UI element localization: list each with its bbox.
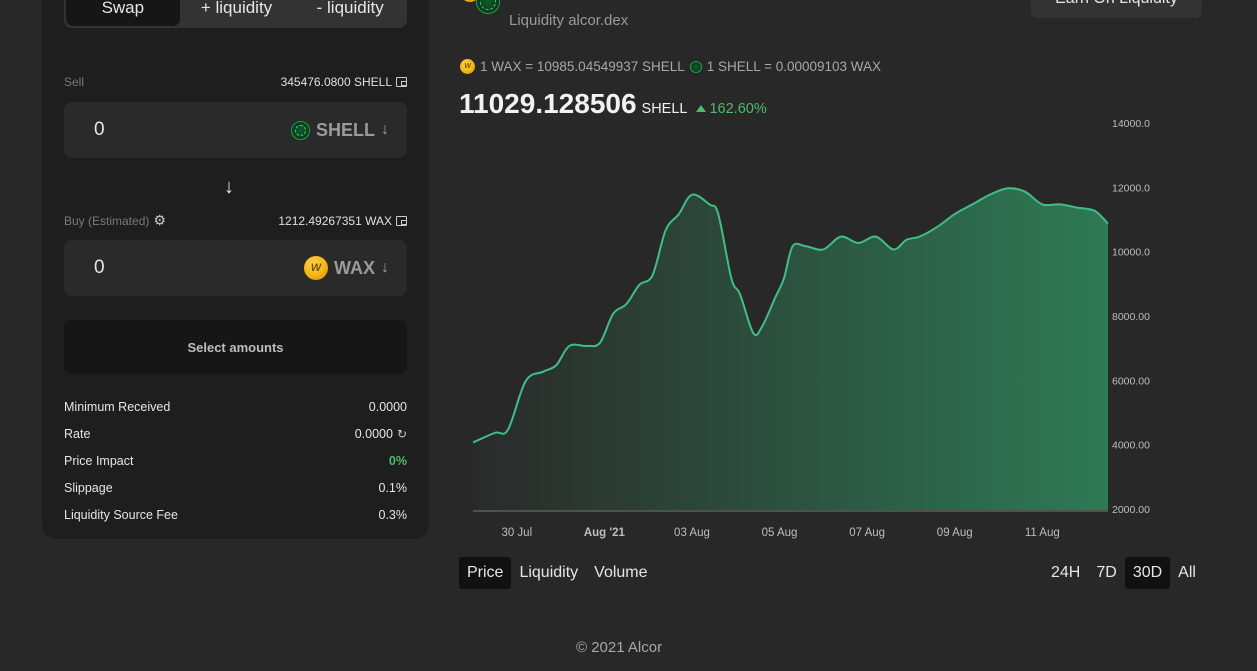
buy-token-select[interactable]: W WAX ↓ <box>303 256 389 280</box>
refresh-icon[interactable]: ↻ <box>397 427 407 441</box>
detail-value: 0.0000 <box>354 426 393 441</box>
chart-tab-liquidity[interactable]: Liquidity <box>511 557 586 589</box>
detail-price-impact: Price Impact 0% <box>64 447 407 474</box>
buy-label-wrap: Buy (Estimated) ⚙ <box>64 212 166 229</box>
y-tick-label: 10000.000000 <box>1112 247 1150 259</box>
chart-area-fill <box>473 188 1108 510</box>
sell-token-select[interactable]: SHELL ↓ <box>290 119 389 141</box>
detail-value: 0.3% <box>378 507 408 522</box>
shell-icon <box>689 60 702 73</box>
buy-label: Buy (Estimated) <box>64 213 150 228</box>
y-tick-label: 4000.000000 <box>1112 440 1150 452</box>
swap-details: Minimum Received 0.0000 Rate 0.0000 ↻ Pr… <box>64 393 407 528</box>
detail-minimum-received: Minimum Received 0.0000 <box>64 393 407 420</box>
chevron-down-icon: ↓ <box>381 259 389 276</box>
y-tick-label: 2000.000000 <box>1112 504 1150 516</box>
detail-value: 0.0000 <box>368 399 407 414</box>
shell-icon <box>290 120 310 140</box>
sell-token-label: SHELL <box>315 119 375 140</box>
detail-label: Price Impact <box>64 453 134 468</box>
detail-slippage: Slippage 0.1% <box>64 474 407 501</box>
earn-on-liquidity-button[interactable]: Earn On Liquidity <box>1031 0 1202 18</box>
swap-mode-tabs: Swap + liquidity - liquidity <box>64 0 407 28</box>
settings-gear-icon[interactable]: ⚙ <box>153 212 166 229</box>
buy-balance[interactable]: 1212.49267351 WAX <box>278 214 407 228</box>
range-tab-all[interactable]: All <box>1170 557 1204 589</box>
buy-amount-input[interactable] <box>94 257 214 279</box>
y-tick-label: 14000.000000 <box>1112 118 1150 130</box>
rate-shell: 1 SHELL = 0.00009103 WAX <box>706 59 882 74</box>
x-tick-label: 07 Aug <box>849 527 885 539</box>
detail-value: 0% <box>388 453 407 468</box>
exchange-rates: W 1 WAX = 10985.04549937 SHELL 1 SHELL =… <box>460 59 881 74</box>
range-tab-24h[interactable]: 24H <box>1043 557 1088 589</box>
time-range-tabs: 24H 7D 30D All <box>1043 557 1204 589</box>
detail-rate: Rate 0.0000 ↻ <box>64 420 407 447</box>
sell-amount-input[interactable] <box>94 119 214 141</box>
y-tick-label: 12000.000000 <box>1112 182 1150 194</box>
buy-token-label: WAX <box>333 257 375 278</box>
tab-remove-liquidity[interactable]: - liquidity <box>293 0 407 26</box>
chart-tab-price[interactable]: Price <box>459 557 512 589</box>
detail-value-wrap: 0.0000 ↻ <box>355 427 407 441</box>
y-tick-label: 8000.000000 <box>1112 311 1150 323</box>
buy-balance-value: 1212.49267351 WAX <box>278 213 392 228</box>
sell-label-row: Sell 345476.0800 SHELL <box>64 75 407 89</box>
rate-wax: 1 WAX = 10985.04549937 SHELL <box>480 59 685 74</box>
sell-balance[interactable]: 345476.0800 SHELL <box>281 75 407 89</box>
detail-label: Minimum Received <box>64 399 171 414</box>
pair-subtitle: Liquidity alcor.dex <box>509 12 629 29</box>
detail-label: Rate <box>64 426 91 441</box>
y-tick-label: 6000.000000 <box>1112 375 1150 387</box>
wax-icon: W <box>303 256 328 280</box>
tab-swap[interactable]: Swap <box>66 0 180 26</box>
detail-liquidity-source-fee: Liquidity Source Fee 0.3% <box>64 501 407 528</box>
wallet-icon <box>396 215 407 226</box>
swap-panel: Swap + liquidity - liquidity Sell 345476… <box>42 0 429 539</box>
shell-icon <box>476 0 500 14</box>
chevron-down-icon: ↓ <box>381 121 389 138</box>
x-tick-label: 05 Aug <box>762 527 798 539</box>
range-tab-7d[interactable]: 7D <box>1088 557 1124 589</box>
tab-add-liquidity[interactable]: + liquidity <box>180 0 294 26</box>
sell-label: Sell <box>64 75 85 89</box>
x-tick-label: 09 Aug <box>937 527 973 539</box>
swap-direction-arrow-icon[interactable]: ↓ <box>224 176 234 199</box>
detail-label: Slippage <box>64 480 113 495</box>
x-tick-label: 03 Aug <box>674 527 710 539</box>
x-tick-label: Aug '21 <box>584 527 626 539</box>
detail-value: 0.1% <box>378 480 408 495</box>
sell-amount-box: SHELL ↓ <box>64 102 407 158</box>
x-tick-label: 30 Jul <box>501 527 532 539</box>
sell-balance-value: 345476.0800 SHELL <box>280 75 392 89</box>
select-amounts-button[interactable]: Select amounts <box>64 320 407 374</box>
wax-icon: W <box>460 59 475 74</box>
buy-label-row: Buy (Estimated) ⚙ 1212.49267351 WAX <box>64 212 407 229</box>
price-chart[interactable]: 14000.000000 12000.000000 10000.000000 8000… <box>460 110 1150 545</box>
buy-amount-box: W WAX ↓ <box>64 240 407 296</box>
chart-type-tabs: Price Liquidity Volume <box>459 557 656 589</box>
chart-tab-volume[interactable]: Volume <box>586 557 655 589</box>
x-tick-label: 11 Aug <box>1025 527 1060 539</box>
detail-label: Liquidity Source Fee <box>64 507 178 522</box>
footer-copyright: © 2021 Alcor <box>576 639 663 656</box>
range-tab-30d[interactable]: 30D <box>1124 557 1171 589</box>
wallet-icon <box>396 77 407 87</box>
